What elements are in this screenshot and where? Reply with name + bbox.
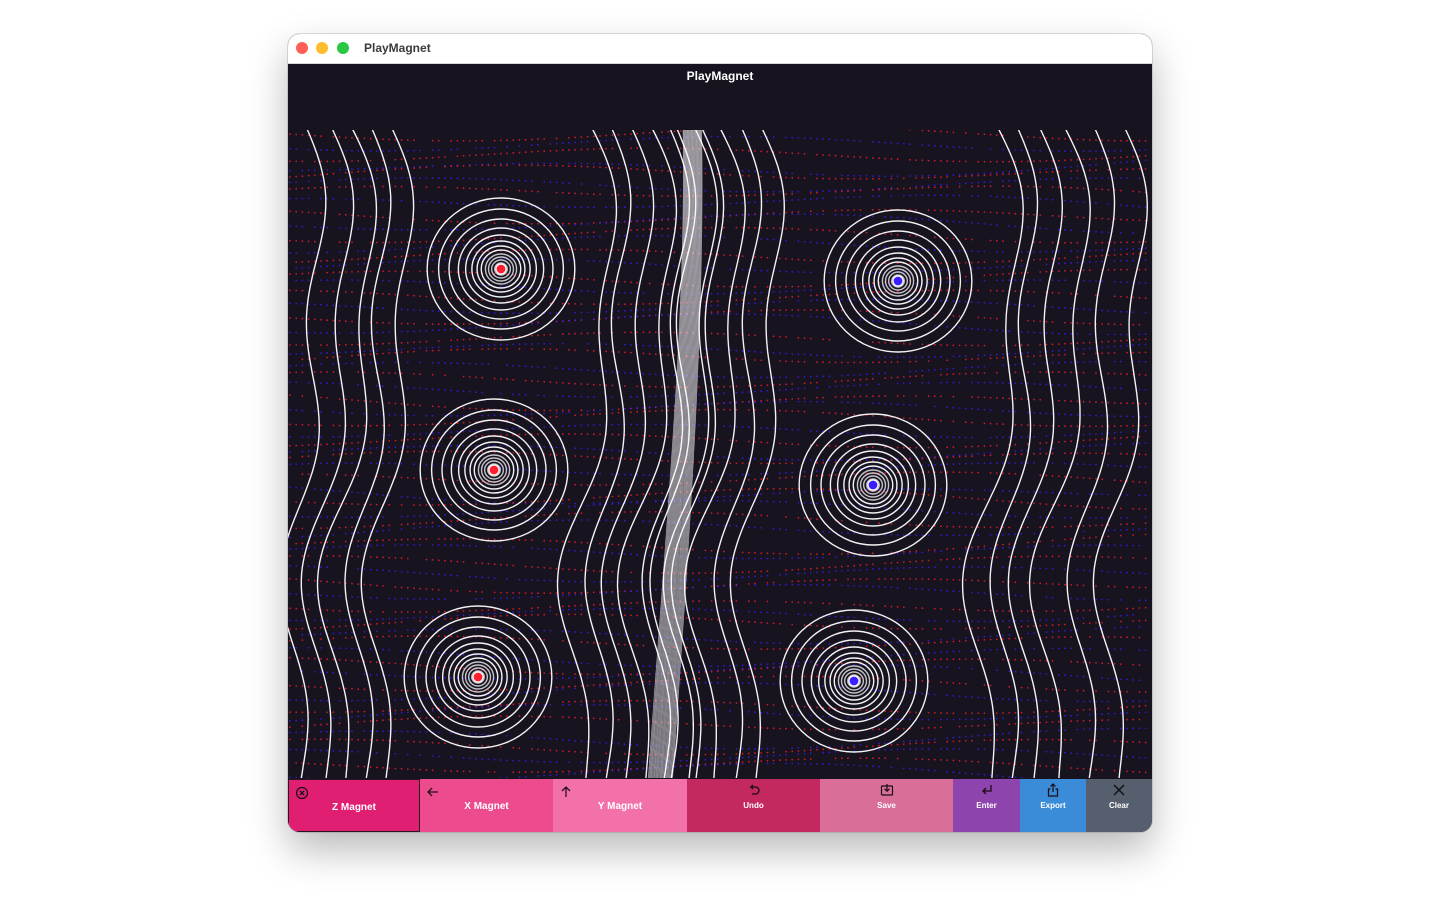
x-magnet-button[interactable]: X Magnet [420,779,553,832]
magnet-red[interactable] [472,671,484,683]
clear-label: Clear [1108,801,1129,810]
title-bar: PlayMagnet [288,34,1152,64]
undo-button[interactable]: Undo [687,779,820,832]
page-title: PlayMagnet [686,69,754,83]
share-icon [1047,783,1059,797]
minimize-window-button[interactable] [316,42,328,54]
magnet-canvas-area[interactable]: PlayMagnet [288,64,1152,779]
app-window: PlayMagnet PlayMagnet Z Magnet X Magnet … [288,34,1152,832]
export-button[interactable]: Export [1020,779,1086,832]
x-magnet-label: X Magnet [464,801,509,812]
enter-button[interactable]: Enter [953,779,1020,832]
return-icon [981,785,992,795]
maximize-window-button[interactable] [337,42,349,54]
magnet-blue[interactable] [848,675,860,687]
save-button[interactable]: Save [820,779,953,832]
magnet-red[interactable] [488,464,500,476]
close-window-button[interactable] [296,42,308,54]
close-icon [1113,784,1125,796]
magnetic-field-canvas[interactable] [288,64,1152,779]
bottom-toolbar: Z Magnet X Magnet Y Magnet Undo Save Ent… [288,779,1152,832]
arrow-left-icon [427,787,438,797]
z-magnet-label: Z Magnet [332,802,376,813]
circle-x-icon [295,786,309,800]
magnet-blue[interactable] [867,479,879,491]
undo-icon [749,784,760,795]
save-label: Save [877,801,896,810]
z-magnet-button[interactable]: Z Magnet [288,779,420,832]
arrow-up-icon [561,786,571,797]
window-title: PlayMagnet [364,41,431,55]
undo-label: Undo [743,801,764,810]
y-magnet-button[interactable]: Y Magnet [553,779,687,832]
field-dots [289,130,1147,778]
save-tray-icon [880,784,893,796]
field-lines [288,130,1149,778]
enter-label: Enter [976,801,997,810]
magnet-red[interactable] [495,263,507,275]
export-label: Export [1040,801,1066,810]
magnet-blue[interactable] [892,275,904,287]
y-magnet-label: Y Magnet [597,801,643,812]
clear-button[interactable]: Clear [1086,779,1152,832]
